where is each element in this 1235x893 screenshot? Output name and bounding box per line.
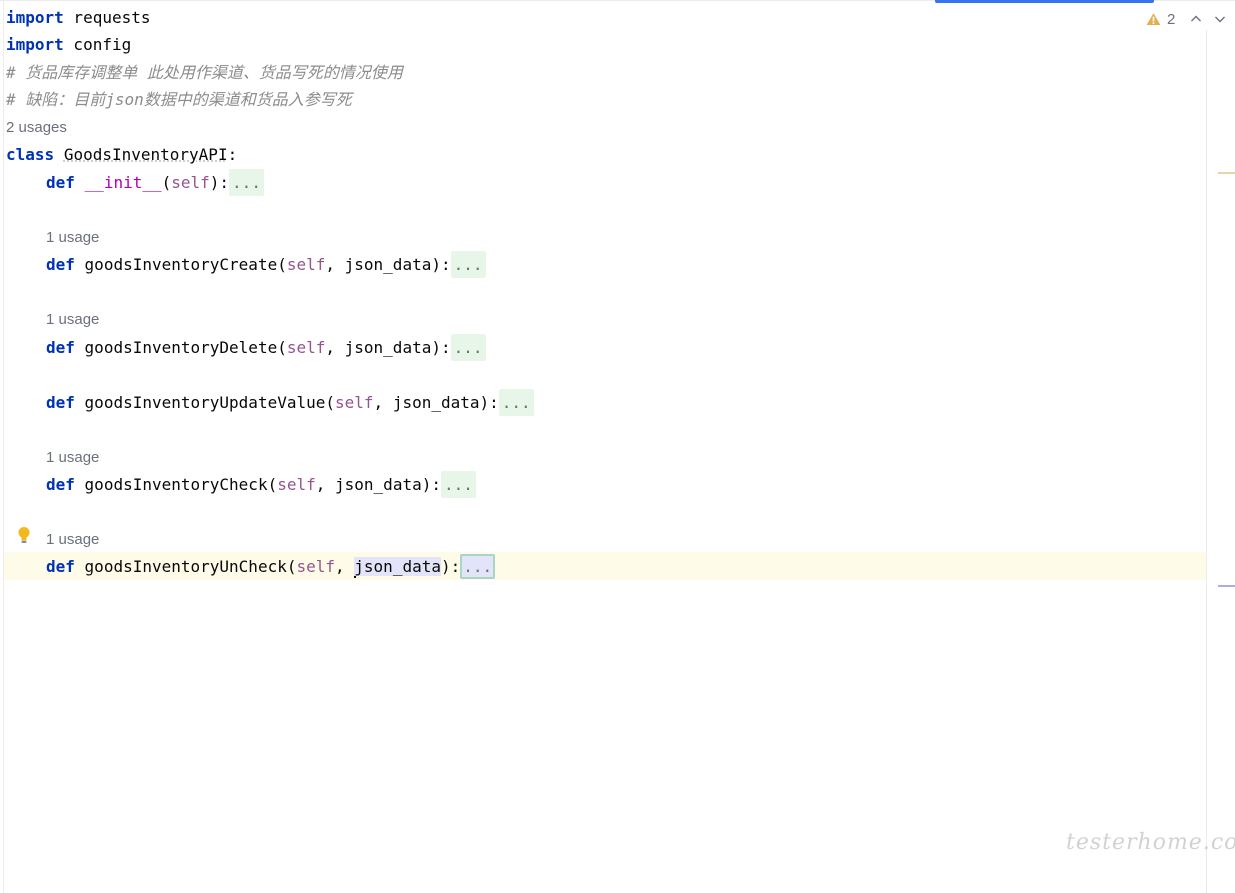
folded-code-marker[interactable]: ... [450, 334, 486, 361]
usages-hint[interactable]: 1 usage [46, 529, 99, 551]
keyword: def [46, 557, 75, 576]
self-param: self [286, 338, 326, 357]
code-line-init[interactable]: def __init__(self):... [46, 169, 264, 196]
module-name: requests [63, 8, 151, 27]
method-name: goodsInventoryUpdateValue [84, 393, 326, 412]
keyword: def [46, 338, 75, 357]
code-line-import-requests[interactable]: import requests [6, 4, 151, 31]
paren-close: ): [209, 173, 230, 192]
method-name: goodsInventoryDelete [84, 338, 278, 357]
folded-code-marker[interactable]: ... [440, 471, 476, 498]
keyword: def [46, 255, 75, 274]
keyword: import [6, 35, 64, 54]
param-separator: , [335, 557, 355, 576]
chevron-up-icon[interactable] [1189, 12, 1203, 26]
inspections-widget[interactable]: 2 [1146, 9, 1227, 29]
usages-hint[interactable]: 1 usage [46, 227, 99, 249]
code-line-method[interactable]: def goodsInventoryCheck(self, json_data)… [46, 471, 476, 498]
folded-code-marker[interactable]: ... [498, 389, 534, 416]
self-param: self [171, 173, 210, 192]
scrollbar-caret-marker[interactable] [1218, 585, 1235, 587]
scrollbar-track[interactable] [1206, 30, 1207, 893]
class-name: GoodsInventoryAPI [63, 145, 228, 164]
param-tail: ): [440, 557, 461, 576]
lightbulb-icon[interactable] [17, 526, 31, 544]
warning-count[interactable]: 2 [1167, 11, 1175, 28]
method-name: goodsInventoryCreate [84, 255, 278, 274]
usages-hint[interactable]: 1 usage [46, 447, 99, 469]
method-params: , json_data): [315, 475, 441, 494]
folded-code-marker[interactable]: ... [450, 251, 486, 278]
keyword: def [46, 393, 75, 412]
indexing-progress-bar [935, 0, 1154, 3]
code-line-method[interactable]: def goodsInventoryDelete(self, json_data… [46, 334, 486, 361]
highlighted-param: json_data [354, 557, 441, 576]
folded-code-marker[interactable]: ... [460, 554, 496, 579]
class-colon: : [227, 145, 238, 164]
method-params: , json_data): [325, 338, 451, 357]
folded-code-marker[interactable]: ... [229, 169, 264, 196]
keyword: def [46, 173, 75, 192]
gutter-border [3, 0, 4, 893]
code-comment[interactable]: # 缺陷：目前json数据中的渠道和货品入参写死 [6, 86, 352, 113]
scrollbar-warning-marker[interactable] [1218, 172, 1235, 174]
self-param: self [335, 393, 374, 412]
keyword: def [46, 475, 75, 494]
paren-open: ( [161, 173, 172, 192]
method-params: , json_data): [325, 255, 451, 274]
method-name: goodsInventoryUnCheck [84, 557, 287, 576]
code-line-class[interactable]: class GoodsInventoryAPI: [6, 141, 237, 168]
self-param: self [286, 255, 326, 274]
keyword: class [6, 145, 55, 164]
code-comment[interactable]: # 货品库存调整单 此处用作渠道、货品写死的情况使用 [6, 59, 403, 86]
self-param: self [277, 475, 316, 494]
chevron-down-icon[interactable] [1213, 12, 1227, 26]
module-name: config [63, 35, 132, 54]
code-line-method-active[interactable]: def goodsInventoryUnCheck(self, json_dat… [46, 553, 496, 580]
warning-icon[interactable] [1146, 12, 1161, 26]
method-name: goodsInventoryCheck [84, 475, 268, 494]
code-line-import-config[interactable]: import config [6, 31, 131, 58]
code-line-method[interactable]: def goodsInventoryUpdateValue(self, json… [46, 389, 534, 416]
method-params: , json_data): [373, 393, 499, 412]
keyword: import [6, 8, 64, 27]
self-param: self [296, 557, 336, 576]
usages-hint[interactable]: 2 usages [6, 117, 67, 139]
code-line-method[interactable]: def goodsInventoryCreate(self, json_data… [46, 251, 486, 278]
watermark: testerhome.com [1066, 830, 1235, 855]
code-editor[interactable]: 2 import requests import config # 货品库存调整… [0, 0, 1235, 893]
method-name: __init__ [84, 173, 162, 192]
usages-hint[interactable]: 1 usage [46, 309, 99, 331]
